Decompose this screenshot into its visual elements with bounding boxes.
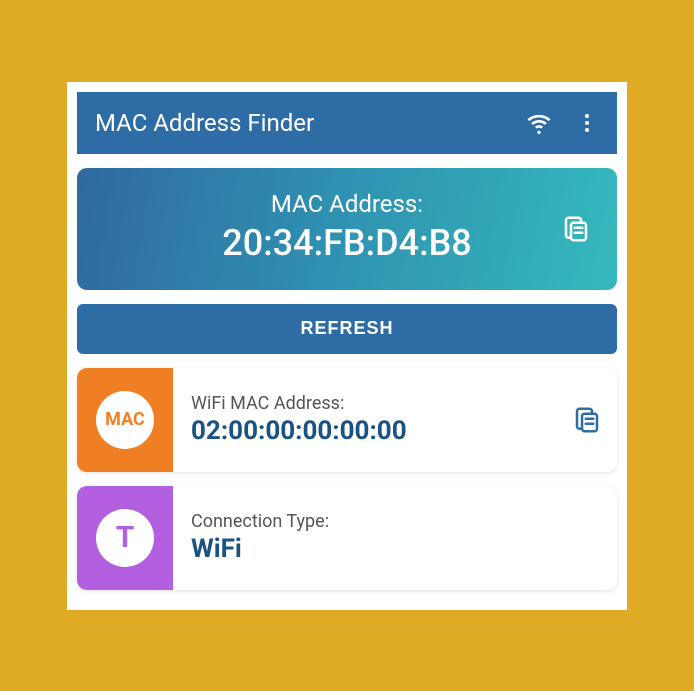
app-title: MAC Address Finder bbox=[95, 109, 525, 137]
connection-type-body: Connection Type: WiFi bbox=[173, 486, 617, 590]
wifi-mac-label: WiFi MAC Address: bbox=[191, 393, 539, 414]
mac-hero-label: MAC Address: bbox=[97, 190, 597, 218]
type-badge-icon: T bbox=[96, 509, 154, 567]
connection-type-value: WiFi bbox=[191, 534, 599, 564]
app-bar-actions bbox=[525, 109, 599, 137]
wifi-icon[interactable] bbox=[525, 109, 553, 137]
wifi-mac-card: MAC WiFi MAC Address: 02:00:00:00:00:00 bbox=[77, 368, 617, 472]
copy-wifi-mac-icon[interactable] bbox=[557, 368, 617, 472]
wifi-mac-icon-box: MAC bbox=[77, 368, 173, 472]
connection-type-card: T Connection Type: WiFi bbox=[77, 486, 617, 590]
wifi-mac-body: WiFi MAC Address: 02:00:00:00:00:00 bbox=[173, 368, 557, 472]
copy-mac-icon[interactable] bbox=[561, 214, 591, 244]
app-bar: MAC Address Finder bbox=[77, 92, 617, 154]
connection-type-label: Connection Type: bbox=[191, 511, 599, 532]
refresh-button[interactable]: REFRESH bbox=[77, 304, 617, 354]
mac-hero-value: 20:34:FB:D4:B8 bbox=[97, 222, 597, 264]
more-icon[interactable] bbox=[575, 111, 599, 135]
mac-badge-icon: MAC bbox=[96, 391, 154, 449]
mac-hero-card: MAC Address: 20:34:FB:D4:B8 bbox=[77, 168, 617, 290]
app-screen: MAC Address Finder MAC Address: 20:34:FB… bbox=[67, 82, 627, 610]
connection-type-icon-box: T bbox=[77, 486, 173, 590]
wifi-mac-value: 02:00:00:00:00:00 bbox=[191, 416, 539, 446]
